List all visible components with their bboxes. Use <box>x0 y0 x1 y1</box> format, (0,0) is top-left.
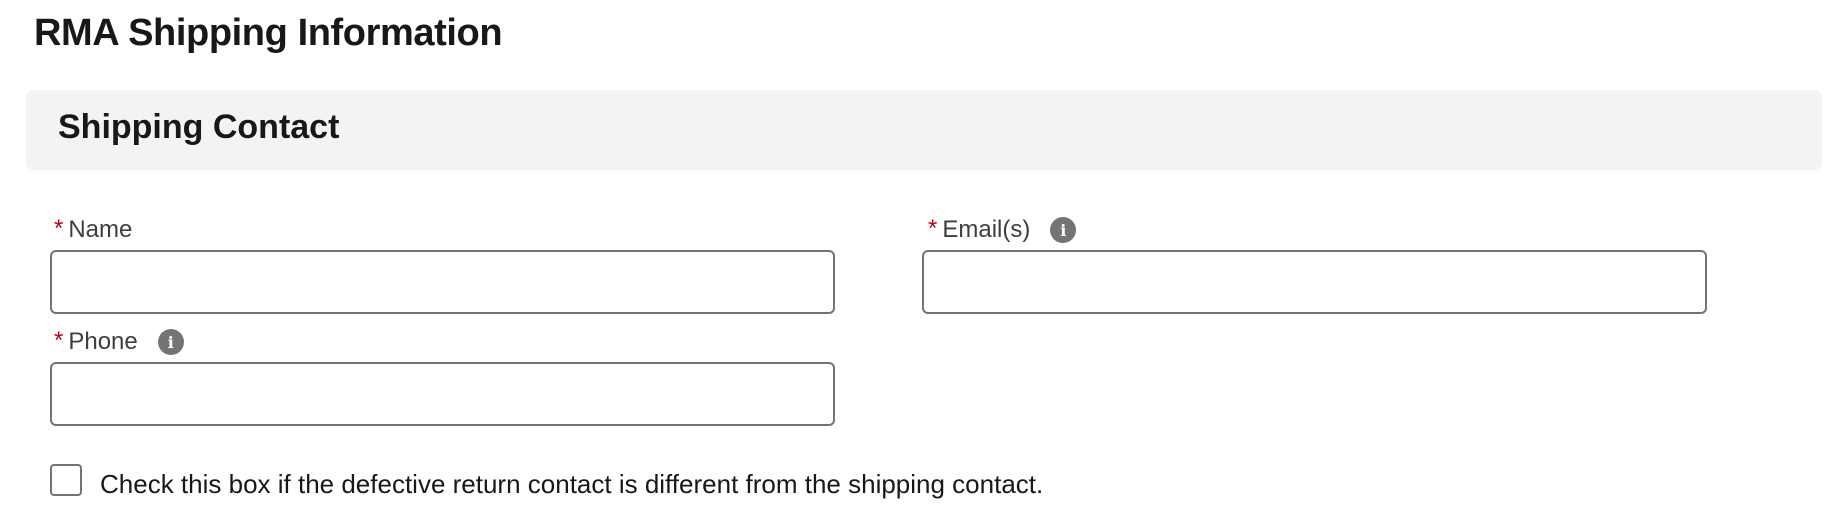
required-asterisk: * <box>54 327 64 354</box>
email-label-text: Email(s) <box>942 216 1031 243</box>
page-title: RMA Shipping Information <box>34 12 503 54</box>
name-label: * Name <box>54 214 132 246</box>
required-asterisk: * <box>54 215 64 242</box>
required-asterisk: * <box>928 215 938 242</box>
phone-input[interactable] <box>50 362 835 426</box>
name-input[interactable] <box>50 250 835 314</box>
section-header[interactable]: Shipping Contact <box>26 90 1822 170</box>
email-label: * Email(s) i <box>928 214 1077 246</box>
name-label-text: Name <box>68 216 133 243</box>
info-icon[interactable]: i <box>157 329 184 355</box>
email-input[interactable] <box>922 250 1707 314</box>
defective-return-contact-checkbox[interactable] <box>50 464 82 496</box>
defective-return-contact-option[interactable]: Check this box if the defective return c… <box>50 464 1043 499</box>
phone-label-text: Phone <box>68 328 138 355</box>
checkbox-label: Check this box if the defective return c… <box>100 468 1044 499</box>
info-icon[interactable]: i <box>1050 217 1077 243</box>
phone-label: * Phone i <box>54 326 184 358</box>
section-title: Shipping Contact <box>58 108 340 146</box>
